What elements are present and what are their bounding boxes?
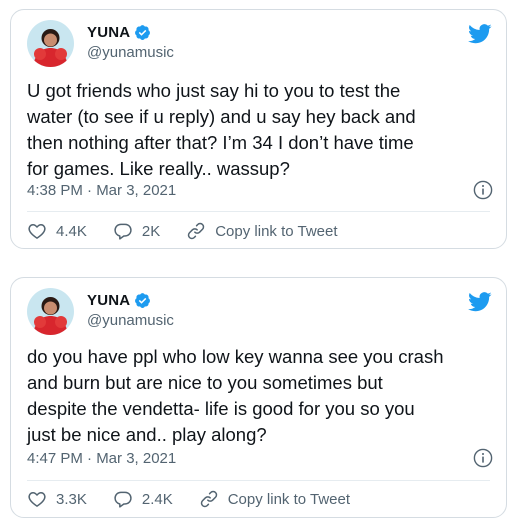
reply-icon — [114, 223, 132, 240]
tweet-card[interactable]: YUNA @yunamusic U got friends who just s… — [10, 9, 507, 249]
reply-count: 2.4K — [141, 490, 173, 508]
tweet-timestamp[interactable]: 4:47 PM · Mar 3, 2021 — [27, 450, 176, 467]
like-count: 4.4K — [56, 222, 87, 240]
heart-icon — [28, 224, 46, 239]
twitter-bird-icon[interactable] — [468, 24, 492, 44]
reply-button[interactable]: 2.4K — [113, 489, 173, 509]
like-button[interactable]: 4.4K — [27, 221, 87, 241]
like-count: 3.3K — [56, 490, 87, 508]
link-icon — [200, 490, 217, 508]
reply-count: 2K — [141, 222, 161, 240]
avatar[interactable] — [27, 288, 74, 335]
avatar[interactable] — [27, 20, 74, 67]
divider — [27, 480, 490, 481]
copy-link-button[interactable]: Copy link to Tweet — [186, 221, 338, 241]
heart-icon — [28, 492, 46, 507]
copy-link-label: Copy link to Tweet — [215, 222, 338, 240]
display-name[interactable]: YUNA — [87, 292, 130, 309]
tweet-text: U got friends who just say hi to you to … — [27, 80, 416, 179]
reply-icon — [114, 491, 132, 508]
tweet-timestamp[interactable]: 4:38 PM · Mar 3, 2021 — [27, 182, 176, 199]
user-handle[interactable]: @yunamusic — [87, 44, 174, 61]
copy-link-label: Copy link to Tweet — [227, 490, 351, 508]
divider — [27, 211, 490, 212]
verified-badge-icon — [135, 25, 151, 40]
display-name[interactable]: YUNA — [87, 24, 130, 41]
info-icon[interactable] — [473, 180, 493, 200]
like-button[interactable]: 3.3K — [27, 489, 87, 509]
link-icon — [188, 222, 205, 240]
reply-button[interactable]: 2K — [113, 221, 160, 241]
user-handle[interactable]: @yunamusic — [87, 312, 174, 329]
copy-link-button[interactable]: Copy link to Tweet — [199, 489, 350, 509]
info-icon[interactable] — [473, 448, 493, 468]
twitter-bird-icon[interactable] — [468, 292, 492, 312]
tweet-text: do you have ppl who low key wanna see yo… — [27, 346, 444, 445]
verified-badge-icon — [135, 293, 151, 308]
tweet-card[interactable]: YUNA @yunamusic do you have ppl who low … — [10, 277, 507, 518]
